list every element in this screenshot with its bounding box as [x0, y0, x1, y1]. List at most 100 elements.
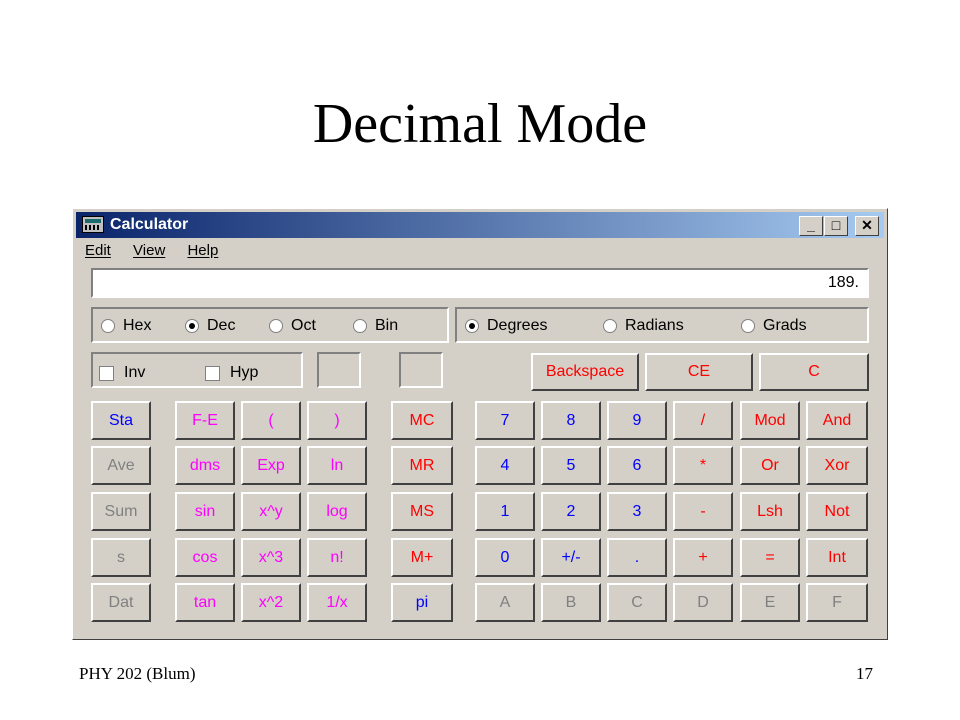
- key-dms-button[interactable]: dms: [175, 446, 235, 485]
- key-decimal-point-button[interactable]: .: [607, 538, 667, 577]
- key-c-button[interactable]: C: [607, 583, 667, 622]
- base-label: Hex: [123, 317, 152, 334]
- key-mr-button[interactable]: MR: [391, 446, 453, 485]
- key-a-button[interactable]: A: [475, 583, 535, 622]
- angle-radio-radians[interactable]: Radians: [603, 317, 684, 335]
- key-d-button[interactable]: D: [673, 583, 733, 622]
- key-subtract-button[interactable]: -: [673, 492, 733, 531]
- key-or-button[interactable]: Or: [740, 446, 800, 485]
- key-negate-button[interactable]: +/-: [541, 538, 601, 577]
- key-b-button[interactable]: B: [541, 583, 601, 622]
- result-display: 189.: [91, 268, 869, 298]
- checkbox-box: [99, 365, 114, 381]
- key-pi-button[interactable]: pi: [391, 583, 453, 622]
- close-button[interactable]: ✕: [855, 216, 879, 236]
- key-sta-button[interactable]: Sta: [91, 401, 151, 440]
- base-radio-dec[interactable]: Dec: [185, 317, 235, 335]
- window-title: Calculator: [110, 216, 189, 233]
- angle-radio-degrees[interactable]: Degrees: [465, 317, 547, 335]
- angle-label: Degrees: [487, 317, 548, 334]
- key-x-pow-y-button[interactable]: x^y: [241, 492, 301, 531]
- minimize-button[interactable]: _: [799, 216, 823, 236]
- angle-label: Grads: [763, 317, 807, 334]
- base-radio-hex[interactable]: Hex: [101, 317, 151, 335]
- key-exp-button[interactable]: Exp: [241, 446, 301, 485]
- key-int-button[interactable]: Int: [806, 538, 868, 577]
- base-radio-oct[interactable]: Oct: [269, 317, 316, 335]
- key-e-button[interactable]: E: [740, 583, 800, 622]
- base-label: Bin: [375, 317, 399, 334]
- radio-dot: [353, 319, 367, 333]
- title-bar[interactable]: Calculator _ □ ✕: [76, 212, 884, 238]
- radio-dot: [603, 319, 617, 333]
- angle-radio-grads[interactable]: Grads: [741, 317, 807, 335]
- radio-dot: [465, 319, 479, 333]
- key-1-button[interactable]: 1: [475, 492, 535, 531]
- key-and-button[interactable]: And: [806, 401, 868, 440]
- base-label: Dec: [207, 317, 236, 334]
- key-2-button[interactable]: 2: [541, 492, 601, 531]
- backspace-button[interactable]: Backspace: [531, 353, 639, 391]
- radio-dot: [269, 319, 283, 333]
- menu-bar: Edit View Help: [85, 242, 236, 259]
- key-5-button[interactable]: 5: [541, 446, 601, 485]
- key-open-paren-button[interactable]: (: [241, 401, 301, 440]
- angle-label: Radians: [625, 317, 684, 334]
- key-sum-button[interactable]: Sum: [91, 492, 151, 531]
- key-ave-button[interactable]: Ave: [91, 446, 151, 485]
- key-4-button[interactable]: 4: [475, 446, 535, 485]
- key-s-button[interactable]: s: [91, 538, 151, 577]
- key-f-e-button[interactable]: F-E: [175, 401, 235, 440]
- ce-button[interactable]: CE: [645, 353, 753, 391]
- inv-label: Inv: [124, 364, 146, 381]
- key-mod-button[interactable]: Mod: [740, 401, 800, 440]
- radio-dot: [101, 319, 115, 333]
- base-label: Oct: [291, 317, 316, 334]
- footer-course: PHY 202 (Blum): [79, 664, 196, 683]
- key-xor-button[interactable]: Xor: [806, 446, 868, 485]
- key-dat-button[interactable]: Dat: [91, 583, 151, 622]
- menu-view[interactable]: View: [133, 242, 165, 259]
- clear-button[interactable]: C: [759, 353, 869, 391]
- key-factorial-button[interactable]: n!: [307, 538, 367, 577]
- key-sin-button[interactable]: sin: [175, 492, 235, 531]
- key-3-button[interactable]: 3: [607, 492, 667, 531]
- key-f-button[interactable]: F: [806, 583, 868, 622]
- base-radio-bin[interactable]: Bin: [353, 317, 398, 335]
- key-8-button[interactable]: 8: [541, 401, 601, 440]
- checkbox-box: [205, 365, 220, 381]
- angle-unit-group: Degrees Radians Grads: [455, 307, 869, 343]
- number-base-group: Hex Dec Oct Bin: [91, 307, 449, 343]
- key-9-button[interactable]: 9: [607, 401, 667, 440]
- key-equals-button[interactable]: =: [740, 538, 800, 577]
- inv-checkbox[interactable]: Inv: [99, 364, 145, 382]
- key-ln-button[interactable]: ln: [307, 446, 367, 485]
- key-close-paren-button[interactable]: ): [307, 401, 367, 440]
- calculator-icon: [82, 216, 104, 233]
- key-7-button[interactable]: 7: [475, 401, 535, 440]
- key-add-button[interactable]: +: [673, 538, 733, 577]
- key-0-button[interactable]: 0: [475, 538, 535, 577]
- radio-dot: [185, 319, 199, 333]
- inv-hyp-group: Inv Hyp: [91, 352, 303, 388]
- key-divide-button[interactable]: /: [673, 401, 733, 440]
- hyp-checkbox[interactable]: Hyp: [205, 364, 258, 382]
- menu-help[interactable]: Help: [187, 242, 218, 259]
- key-log-button[interactable]: log: [307, 492, 367, 531]
- key-x-cubed-button[interactable]: x^3: [241, 538, 301, 577]
- key-m--button[interactable]: M+: [391, 538, 453, 577]
- maximize-button[interactable]: □: [824, 216, 848, 236]
- key-6-button[interactable]: 6: [607, 446, 667, 485]
- key-x-squared-button[interactable]: x^2: [241, 583, 301, 622]
- key-ms-button[interactable]: MS: [391, 492, 453, 531]
- key-reciprocal-button[interactable]: 1/x: [307, 583, 367, 622]
- menu-edit[interactable]: Edit: [85, 242, 111, 259]
- radio-dot: [741, 319, 755, 333]
- key-mc-button[interactable]: MC: [391, 401, 453, 440]
- key-lsh-button[interactable]: Lsh: [740, 492, 800, 531]
- key-cos-button[interactable]: cos: [175, 538, 235, 577]
- key-multiply-button[interactable]: *: [673, 446, 733, 485]
- hyp-label: Hyp: [230, 364, 259, 381]
- key-not-button[interactable]: Not: [806, 492, 868, 531]
- key-tan-button[interactable]: tan: [175, 583, 235, 622]
